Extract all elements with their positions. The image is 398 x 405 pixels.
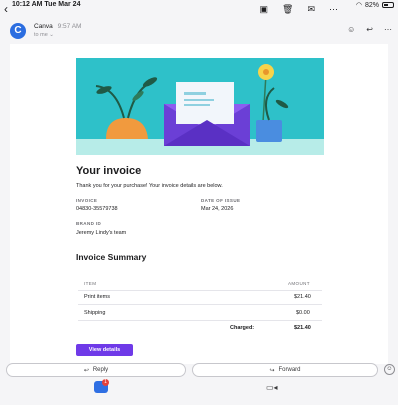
reply-button[interactable]: ↩ Reply (6, 363, 186, 377)
table-divider (78, 320, 322, 321)
recipient-dropdown[interactable]: to me ⌄ (34, 32, 54, 38)
reply-bar: ↩ Reply ↪ Forward ☺ (0, 361, 398, 377)
status-icons: ◠ 82% (356, 1, 394, 9)
sender-line: Canva 9:57 AM (34, 23, 81, 30)
column-amount: AMOUNT (288, 281, 310, 286)
archive-icon[interactable]: ▣ (260, 4, 269, 15)
hero-illustration (76, 58, 324, 155)
forward-button[interactable]: ↪ Forward (192, 363, 378, 377)
brand-value: Jeremy Lindy's team (76, 230, 127, 236)
brand-label: BRAND ID (76, 221, 102, 226)
table-row-amount: $21.40 (294, 294, 311, 300)
header-actions: ☺ ↩ ⋯ (347, 25, 392, 34)
invoice-number: 04830-35579738 (76, 206, 118, 212)
trash-icon[interactable]: 🗑 (282, 4, 293, 15)
table-divider (78, 304, 322, 305)
table-row-amount: $0.00 (296, 310, 310, 316)
charged-amount: $21.40 (294, 325, 311, 331)
reply-icon[interactable]: ↩ (366, 25, 373, 34)
view-details-button[interactable]: View details (76, 344, 133, 356)
table-divider (78, 290, 322, 291)
invoice-intro: Thank you for your purchase! Your invoic… (76, 183, 223, 189)
status-bar: 10:12 AM Tue Mar 24 ◠ 82% (0, 0, 398, 16)
notification-badge: 1 (102, 379, 109, 386)
column-item: ITEM (84, 281, 97, 286)
charged-label: Charged: (230, 325, 255, 331)
invoice-title: Your invoice (76, 165, 142, 177)
wifi-icon: ◠ (355, 2, 362, 9)
battery-icon (382, 2, 394, 8)
more-options-icon[interactable]: ⋯ (384, 25, 392, 34)
emoji-icon[interactable]: ☺ (384, 364, 395, 375)
toolbar-actions: ▣ 🗑 ✉ ⋯ (260, 4, 339, 15)
reply-label: Reply (92, 367, 109, 373)
more-icon[interactable]: ⋯ (329, 4, 338, 15)
table-row-item: Shipping (84, 310, 106, 316)
forward-label: Forward (278, 367, 301, 373)
reply-icon: ↩ (83, 367, 89, 374)
invoice-envelope-illustration (76, 64, 324, 155)
issue-date: Mar 24, 2026 (201, 206, 234, 212)
mail-header: C Canva 9:57 AM to me ⌄ ☺ ↩ ⋯ (0, 20, 398, 44)
dock: 1 ▭◂ (0, 379, 398, 405)
table-row-item: Print items (84, 294, 110, 300)
back-chevron-icon[interactable]: ‹ (4, 2, 8, 16)
date-label: DATE OF ISSUE (201, 198, 241, 203)
avatar: C (10, 23, 26, 39)
forward-icon: ↪ (269, 367, 275, 374)
invoice-label: INVOICE (76, 198, 98, 203)
summary-title: Invoice Summary (76, 252, 147, 262)
sender-name: Canva (34, 23, 53, 30)
emoji-react-icon[interactable]: ☺ (347, 25, 355, 34)
status-time: 10:12 AM Tue Mar 24 (12, 1, 81, 8)
battery-label: 82% (364, 1, 379, 9)
video-camera-icon[interactable]: ▭◂ (266, 383, 278, 392)
mail-icon[interactable]: ✉ (307, 4, 315, 15)
sent-time: 9:57 AM (57, 23, 82, 30)
